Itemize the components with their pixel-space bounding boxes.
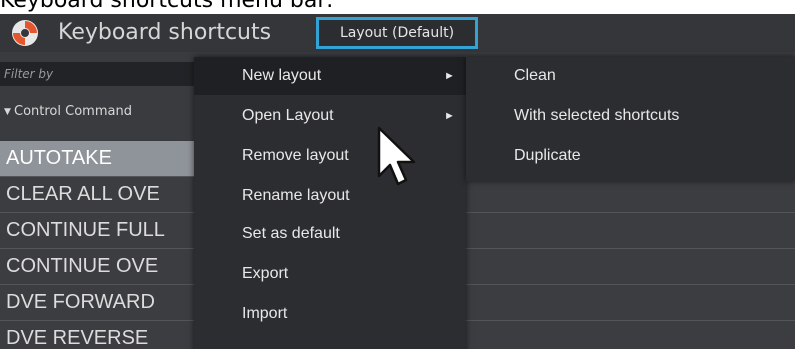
app-title: Keyboard shortcuts	[58, 20, 272, 45]
menu-item-rename-layout[interactable]: Rename layout	[194, 177, 466, 215]
new-layout-submenu: Clean With selected shortcuts Duplicate	[466, 57, 795, 181]
menu-item-import[interactable]: Import	[194, 295, 466, 333]
menu-item-export[interactable]: Export	[194, 255, 466, 293]
submenu-item-clean[interactable]: Clean	[466, 57, 795, 95]
shortcut-name: AUTOTAKE	[0, 141, 200, 176]
shortcut-name: CLEAR ALL OVE	[6, 183, 160, 205]
menu-item-open-layout[interactable]: Open Layout ►	[194, 97, 466, 135]
submenu-arrow-icon: ►	[444, 70, 455, 82]
menu-item-set-as-default[interactable]: Set as default	[194, 215, 466, 253]
page-caption: Keyboard shortcuts menu bar:	[0, 0, 334, 13]
submenu-item-label: Duplicate	[514, 147, 581, 164]
menu-item-label: Set as default	[242, 225, 340, 242]
app-logo-icon	[12, 20, 38, 46]
menu-item-label: Import	[242, 305, 288, 322]
submenu-item-with-selected-shortcuts[interactable]: With selected shortcuts	[466, 97, 795, 135]
filter-input[interactable]: Filter by	[0, 62, 200, 86]
title-bar: Keyboard shortcuts Layout (Default)	[0, 14, 795, 52]
menu-item-label: Open Layout	[242, 107, 334, 124]
submenu-item-label: Clean	[514, 67, 556, 84]
shortcut-name: CONTINUE FULL	[6, 219, 165, 241]
menu-item-label: New layout	[242, 67, 322, 84]
shortcut-name: DVE FORWARD	[6, 291, 155, 313]
layout-dropdown-menu: New layout ► Open Layout ► Remove layout…	[194, 57, 466, 349]
submenu-item-label: With selected shortcuts	[514, 107, 680, 124]
menu-item-label: Remove layout	[242, 147, 349, 164]
category-label: Control Command	[14, 104, 132, 119]
submenu-item-duplicate[interactable]: Duplicate	[466, 137, 795, 175]
triangle-down-icon: ▼	[4, 107, 11, 117]
keyboard-shortcuts-window: Keyboard shortcuts Layout (Default) Filt…	[0, 14, 795, 349]
shortcut-name: DVE REVERSE	[6, 327, 149, 349]
shortcut-name: CONTINUE OVE	[6, 255, 159, 277]
menu-item-remove-layout[interactable]: Remove layout	[194, 137, 466, 175]
layout-menu-button[interactable]: Layout (Default)	[316, 17, 478, 49]
category-header[interactable]: ▼ Control Command	[0, 100, 200, 124]
mouse-pointer-icon	[377, 126, 416, 186]
menu-item-label: Export	[242, 265, 289, 282]
menu-item-new-layout[interactable]: New layout ►	[194, 57, 466, 95]
menu-item-label: Rename layout	[242, 187, 350, 204]
submenu-arrow-icon: ►	[444, 110, 455, 122]
